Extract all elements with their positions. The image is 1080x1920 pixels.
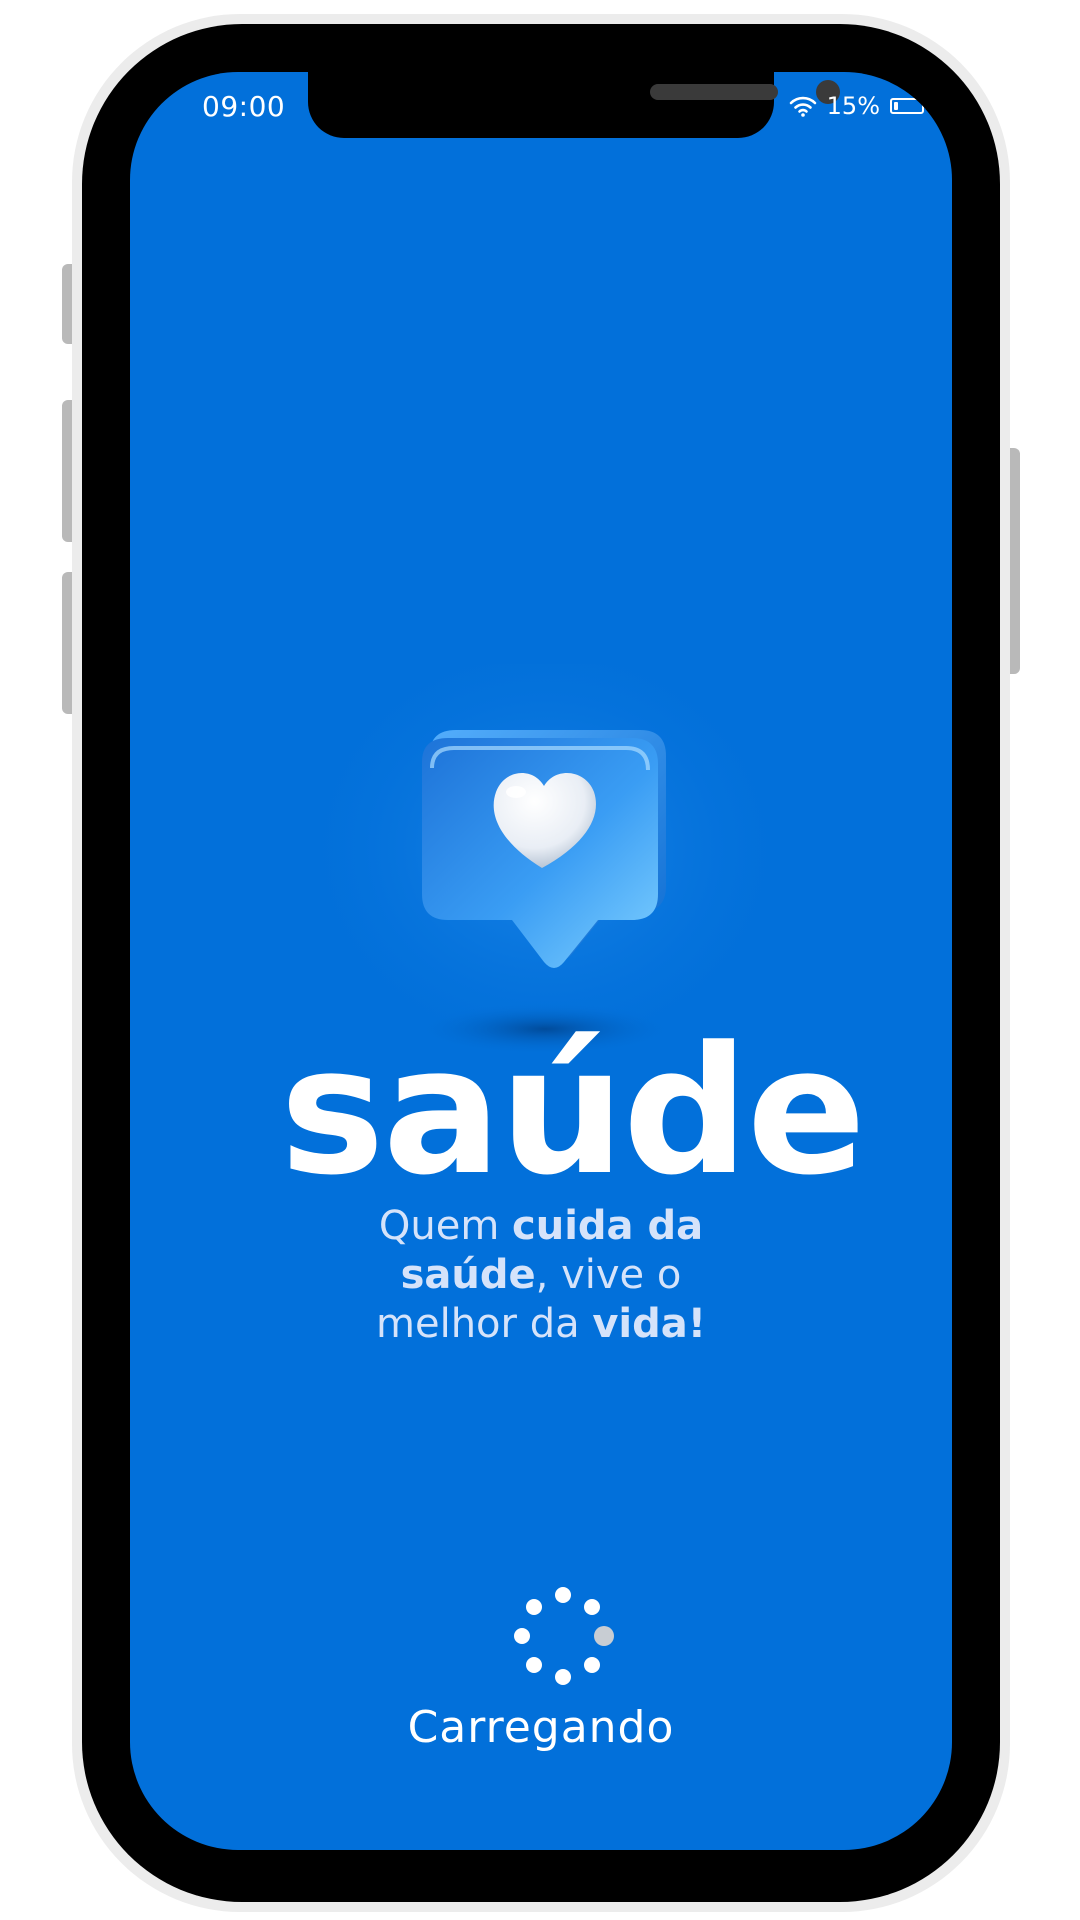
tagline-text: Quem [378, 1203, 513, 1249]
notch [308, 72, 840, 138]
tagline-text: , vive o [535, 1252, 682, 1298]
tagline: Quem cuida da saúde, vive o melhor da vi… [130, 1202, 952, 1349]
loading-spinner-icon [507, 1580, 619, 1692]
status-indicators: 15% [789, 92, 928, 120]
tagline-text: melhor da [376, 1301, 593, 1347]
tagline-line-2: saúde, vive o [130, 1251, 952, 1300]
tagline-emphasis: cuida da [512, 1203, 704, 1249]
loading-label: Carregando [407, 1702, 675, 1753]
brand-title: saúde [279, 1009, 866, 1214]
status-time: 09:00 [202, 90, 286, 123]
splash-screen: 09:00 15% saúde Quem cuida da saúde, viv… [130, 72, 952, 1850]
wifi-icon [789, 95, 817, 117]
battery-level-fill [894, 102, 898, 110]
tagline-emphasis: vida! [592, 1301, 706, 1347]
tagline-emphasis: saúde [400, 1252, 536, 1298]
earpiece-speaker [650, 84, 778, 100]
tagline-line-3: melhor da vida! [130, 1300, 952, 1349]
device-mockup: 09:00 15% saúde Quem cuida da saúde, viv… [0, 0, 1080, 1920]
battery-percent: 15% [826, 92, 880, 120]
battery-icon [890, 98, 928, 114]
tagline-line-1: Quem cuida da [130, 1202, 952, 1251]
